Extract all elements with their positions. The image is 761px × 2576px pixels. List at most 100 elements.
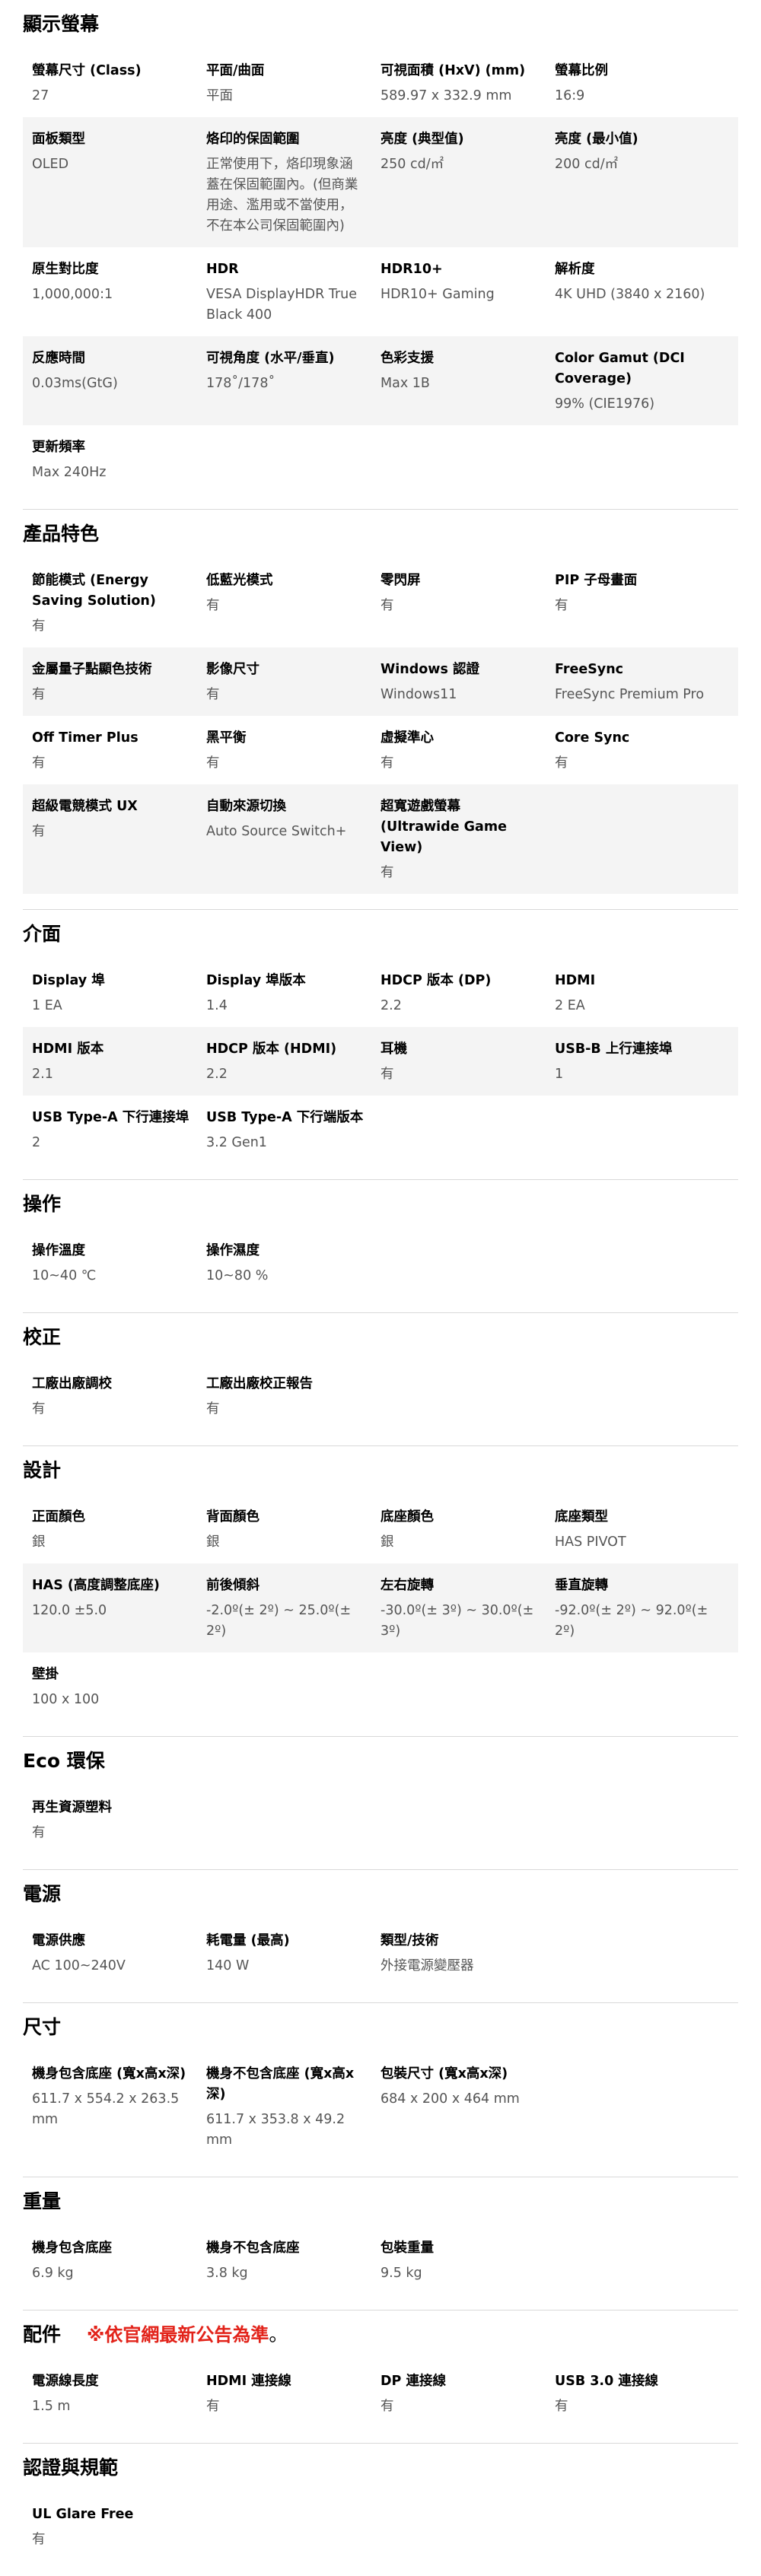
spec-value: 4K UHD (3840 x 2160) [555,287,705,302]
spec-label: HAS (高度調整底座) [32,1578,160,1593]
spec-item: 色彩支援 Max 1B [380,348,555,415]
spec-value: 178˚/178˚ [206,376,275,391]
spec-section: 操作 操作溫度 10~40 ℃ 操作濕度 10~80 % [23,1180,738,1313]
section-title-text: Eco 環保 [23,1750,105,1772]
spec-item: Display 埠版本 1.4 [206,971,380,1016]
spec-value: 684 x 200 x 464 mm [380,2091,520,2107]
spec-value: 銀 [206,1534,220,1550]
spec-value: 有 [555,598,568,613]
spec-value: VESA DisplayHDR True Black 400 [206,287,358,323]
spec-row: 電源供應 AC 100~240V 耗電量 (最高) 140 W 類型/技術 外接電源變壓器 [23,1919,738,1987]
spec-value: 有 [32,619,46,634]
section-title: 尺寸 [23,2014,738,2041]
spec-value: 有 [32,687,46,702]
spec-item: 機身不包含底座 (寬x高x深) 611.7 x 353.8 x 49.2 mm [206,2064,380,2151]
spec-label: 左右旋轉 [380,1578,434,1593]
spec-item: Display 埠 1 EA [32,971,206,1016]
spec-row: 原生對比度 1,000,000:1 HDR VESA DisplayHDR True … [23,247,738,336]
spec-label: 機身不包含底座 (寬x高x深) [206,2066,355,2102]
spec-value: -92.0º(± 2º) ~ 92.0º(± 2º) [555,1603,708,1639]
spec-label: 包裝重量 [380,2240,434,2256]
section-title: 校正 [23,1324,738,1351]
spec-label: 電源供應 [32,1933,85,1948]
spec-item: Windows 認證 Windows11 [380,660,555,705]
spec-value: 有 [206,1401,220,1417]
spec-value: 銀 [32,1534,46,1550]
spec-label: 色彩支援 [380,351,434,366]
spec-value: Max 1B [380,376,430,391]
spec-row: 正面顏色銀背面顏色銀底座顏色銀底座類型 HAS PIVOT [23,1495,738,1563]
spec-value: 2.2 [206,1067,228,1082]
spec-label: 耗電量 (最高) [206,1933,290,1948]
spec-item: USB 3.0 連接線有 [555,2371,729,2417]
spec-value: 9.5 kg [380,2266,422,2281]
spec-item: HDR VESA DisplayHDR True Black 400 [206,259,380,326]
spec-label: HDMI 版本 [32,1042,104,1057]
spec-label: 工廠出廠校正報告 [206,1376,313,1391]
spec-item: FreeSync FreeSync Premium Pro [555,660,729,705]
spec-label: 螢幕尺寸 (Class) [32,63,142,78]
spec-item: DP 連接線有 [380,2371,555,2417]
spec-row: HDMI 版本 2.1 HDCP 版本 (HDMI) 2.2 耳機有 USB-B 上行連接… [23,1027,738,1096]
spec-label: 可視面積 (HxV) (mm) [380,63,526,78]
spec-item: Off Timer Plus 有 [32,728,206,774]
spec-label: USB-B 上行連接埠 [555,1042,673,1057]
spec-item: 節能模式 (Energy Saving Solution) 有 [32,571,206,637]
spec-value: 27 [32,88,49,103]
spec-value: 有 [32,755,46,771]
spec-row: 金屬量子點顯色技術有影像尺寸有 Windows 認證 Windows11 FreeSy… [23,647,738,716]
spec-value: 3.8 kg [206,2266,248,2281]
spec-section: 校正 工廠出廠調校有工廠出廠校正報告有 [23,1313,738,1446]
spec-section: 設計 正面顏色銀背面顏色銀底座顏色銀底座類型 HAS PIVOT HAS (高度調整底… [23,1446,738,1737]
spec-label: Windows 認證 [380,662,479,677]
section-title-text: 認證與規範 [23,2457,119,2479]
spec-label: 亮度 (典型值) [380,132,464,147]
spec-item: 背面顏色銀 [206,1507,380,1553]
section-title-text: 顯示螢幕 [23,13,100,35]
spec-item: 類型/技術 外接電源變壓器 [380,1931,555,1977]
spec-value: 2 EA [555,998,585,1013]
spec-label: Display 埠 [32,973,105,988]
spec-value: 3.2 Gen1 [206,1135,267,1150]
spec-section: 產品特色 節能模式 (Energy Saving Solution) 有低藍光模式有… [23,510,738,910]
spec-item: 底座顏色銀 [380,1507,555,1553]
spec-value: 有 [206,2399,220,2414]
spec-value: FreeSync Premium Pro [555,687,705,702]
spec-item: 虛擬準心有 [380,728,555,774]
spec-item: 耗電量 (最高) 140 W [206,1931,380,1977]
spec-label: 低藍光模式 [206,573,273,588]
spec-row: UL Glare Free 有 [23,2492,738,2561]
spec-section: 認證與規範 UL Glare Free 有 [23,2444,738,2576]
spec-row: USB Type-A 下行連接埠 2 USB Type-A 下行端版本 3.2 Gen… [23,1096,738,1164]
spec-label: 金屬量子點顯色技術 [32,662,152,677]
spec-label: 工廠出廠調校 [32,1376,112,1391]
spec-value: -2.0º(± 2º) ~ 25.0º(± 2º) [206,1603,352,1639]
spec-value: 10~40 ℃ [32,1268,97,1283]
spec-value: 有 [380,865,394,880]
spec-label: 影像尺寸 [206,662,260,677]
spec-label: 反應時間 [32,351,85,366]
spec-item: HDCP 版本 (HDMI) 2.2 [206,1039,380,1085]
spec-label: PIP 子母畫面 [555,573,638,588]
spec-value: 2 [32,1135,41,1150]
spec-item: 超寬遊戲螢幕 (Ultrawide Game View) 有 [380,797,555,883]
spec-item: 亮度 (典型值) 250 cd/㎡ [380,129,555,237]
spec-label: 虛擬準心 [380,730,434,746]
spec-value: 100 x 100 [32,1692,100,1707]
spec-value: 200 cd/㎡ [555,157,619,172]
spec-label: 再生資源塑料 [32,1800,112,1815]
spec-value: AC 100~240V [32,1958,126,1973]
spec-item: 機身包含底座 (寬x高x深) 611.7 x 554.2 x 263.5 mm [32,2064,206,2151]
spec-item: 自動來源切換 Auto Source Switch+ [206,797,380,883]
spec-value: 589.97 x 332.9 mm [380,88,512,103]
spec-item: 機身不包含底座 3.8 kg [206,2238,380,2284]
section-title: 配件 ※依官網最新公告為準。 [23,2321,738,2349]
spec-section: 尺寸機身包含底座 (寬x高x深) 611.7 x 554.2 x 263.5 mm… [23,2003,738,2177]
spec-item: 可視角度 (水平/垂直) 178˚/178˚ [206,348,380,415]
notice-period: 。 [269,2323,288,2345]
spec-value: Windows11 [380,687,457,702]
spec-value: 有 [32,2532,46,2547]
spec-item: 金屬量子點顯色技術有 [32,660,206,705]
spec-value: 有 [32,1825,46,1840]
spec-item: 壁掛 100 x 100 [32,1665,206,1710]
